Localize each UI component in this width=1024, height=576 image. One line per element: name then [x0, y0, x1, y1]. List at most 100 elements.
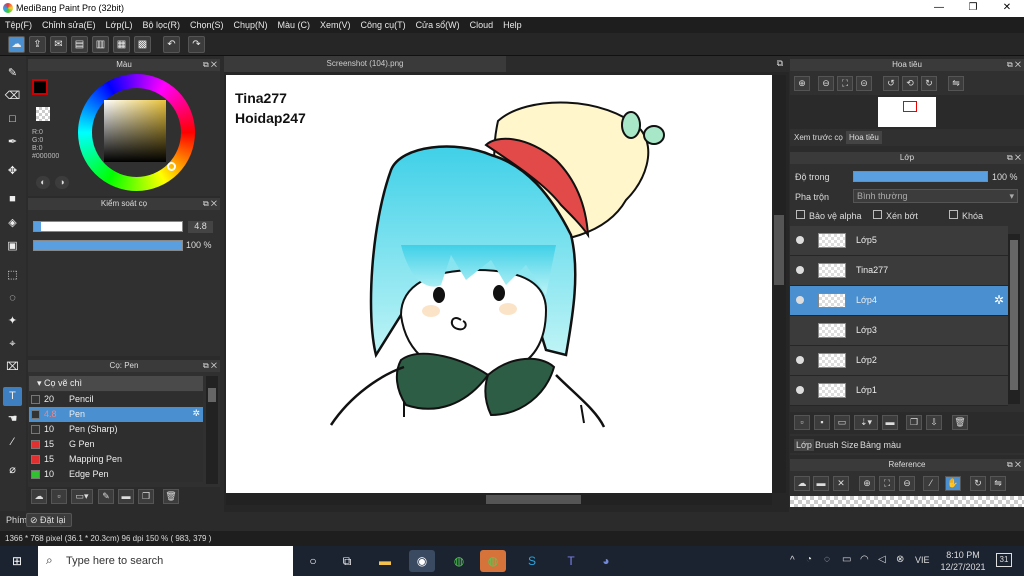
- operation-tool-icon[interactable]: ☚: [3, 410, 22, 429]
- brush-size-value[interactable]: 4.8: [188, 221, 213, 233]
- teams-icon[interactable]: T: [558, 550, 584, 572]
- discord-icon[interactable]: ◕: [593, 550, 619, 572]
- layer-opacity-slider[interactable]: [853, 171, 988, 182]
- rotate-reset-icon[interactable]: ⟲: [902, 76, 918, 91]
- page-icon[interactable]: ▤: [71, 36, 88, 53]
- menu-tools[interactable]: Công cụ(T): [356, 17, 411, 33]
- language-indicator[interactable]: VIE: [915, 555, 930, 565]
- rotate-right-icon[interactable]: ↻: [921, 76, 937, 91]
- notification-icon[interactable]: 31: [996, 553, 1012, 567]
- chrome-icon[interactable]: ◉: [409, 550, 435, 572]
- clock[interactable]: 8:10 PM 12/27/2021: [940, 549, 986, 573]
- layout-icon[interactable]: ▩: [134, 36, 151, 53]
- eraser-tool-icon[interactable]: ⌫: [3, 87, 22, 106]
- brush-cloud-icon[interactable]: ☁: [31, 489, 47, 504]
- duplicate-layer-icon[interactable]: ❐: [906, 415, 922, 430]
- reference-zoom-out-icon[interactable]: ⊖: [899, 476, 915, 491]
- hue-marker[interactable]: [167, 162, 176, 171]
- tab-navigator[interactable]: Hoa tiêu: [846, 131, 882, 144]
- background-color-swatch[interactable]: [36, 107, 50, 121]
- move-tool-icon[interactable]: ✥: [3, 162, 22, 181]
- battery-icon[interactable]: ▭: [842, 554, 851, 565]
- rectangle-tool-icon[interactable]: □: [3, 110, 22, 129]
- brush-item[interactable]: 20 Pencil: [29, 392, 203, 407]
- brush-new-icon[interactable]: ▫: [51, 489, 67, 504]
- dropper-tool-icon[interactable]: ⌀: [3, 461, 22, 480]
- tab-dock-icon[interactable]: ⧉: [777, 58, 783, 69]
- brush-opacity-slider[interactable]: [33, 240, 183, 251]
- comment-icon[interactable]: ✉: [50, 36, 67, 53]
- brush-size-slider[interactable]: [33, 221, 183, 232]
- pen-tool-icon[interactable]: ✒: [3, 133, 22, 152]
- reference-close-icon[interactable]: ✕: [833, 476, 849, 491]
- visibility-eye-icon[interactable]: [796, 356, 804, 364]
- close-button[interactable]: ✕: [990, 0, 1024, 17]
- skype-icon[interactable]: S: [519, 550, 545, 572]
- reference-hand-icon[interactable]: ✋: [945, 476, 961, 491]
- menu-select[interactable]: Chọn(S): [185, 17, 229, 33]
- maximize-button[interactable]: ❐: [956, 0, 990, 17]
- flip-icon[interactable]: ⇋: [948, 76, 964, 91]
- cloud-icon[interactable]: ☁: [8, 36, 25, 53]
- zoom-minus-icon[interactable]: ⊝: [856, 76, 872, 91]
- new-layer-icon[interactable]: ▫: [794, 415, 810, 430]
- app-green-icon[interactable]: ◍: [480, 550, 506, 572]
- add-layer-dropdown-icon[interactable]: ⇣▾: [854, 415, 878, 430]
- layer-row[interactable]: Lớp2: [790, 346, 1008, 376]
- menu-view[interactable]: Xem(V): [315, 17, 356, 33]
- reset-button[interactable]: ⊘ Đặt lại: [26, 513, 72, 527]
- brush-folder-icon[interactable]: ▬: [118, 489, 134, 504]
- layer-row[interactable]: Lớp3: [790, 316, 1008, 346]
- tab-palette[interactable]: Bảng màu: [860, 440, 901, 450]
- menu-file[interactable]: Tệp(F): [0, 17, 37, 33]
- new-halftone-layer-icon[interactable]: ▪: [814, 415, 830, 430]
- select-pen-tool-icon[interactable]: ⌖: [3, 335, 22, 354]
- bucket-tool-icon[interactable]: ◈: [3, 214, 22, 233]
- gear-icon[interactable]: ✲: [192, 408, 200, 419]
- layer-folder-icon[interactable]: ▬: [882, 415, 898, 430]
- panel-close-icon[interactable]: ⧉ ✕: [203, 360, 217, 372]
- brush-item[interactable]: 15 Mapping Pen: [29, 452, 203, 467]
- menu-help[interactable]: Help: [498, 17, 527, 33]
- zoom-in-icon[interactable]: ⊕: [794, 76, 810, 91]
- tray-x-icon[interactable]: ⊗: [896, 554, 904, 565]
- brush-edit-icon[interactable]: ✎: [98, 489, 114, 504]
- grid-icon[interactable]: ▦: [113, 36, 130, 53]
- layer-settings-gear-icon[interactable]: ✲: [994, 293, 1004, 307]
- redo-icon[interactable]: ↷: [188, 36, 205, 53]
- lasso-tool-icon[interactable]: ◌: [3, 289, 22, 308]
- delete-layer-icon[interactable]: 🗑: [952, 415, 968, 430]
- magic-wand-tool-icon[interactable]: ✦: [3, 312, 22, 331]
- layer-row[interactable]: Lớp4 ✲: [790, 286, 1008, 316]
- reference-open-icon[interactable]: ▬: [813, 476, 829, 491]
- new-8bit-layer-icon[interactable]: ▭: [834, 415, 850, 430]
- select-rect-tool-icon[interactable]: ⬚: [3, 266, 22, 285]
- palette2-icon[interactable]: ◑: [55, 176, 69, 189]
- brush-delete-icon[interactable]: 🗑: [163, 489, 179, 504]
- eyedropper-tool-icon[interactable]: ⁄: [3, 433, 22, 452]
- key-tab[interactable]: Phím: [6, 515, 27, 525]
- reference-eyedropper-icon[interactable]: ⁄: [923, 476, 939, 491]
- brush-list-scrollbar[interactable]: [206, 376, 218, 484]
- zoom-out-icon[interactable]: ⊖: [818, 76, 834, 91]
- canvas-horizontal-scrollbar[interactable]: [226, 493, 772, 505]
- volume-icon[interactable]: ◁: [878, 554, 886, 565]
- network-icon[interactable]: ◌: [824, 554, 830, 565]
- gradient-tool-icon[interactable]: ▣: [3, 237, 22, 256]
- tab-layer[interactable]: Lớp: [794, 439, 814, 451]
- wifi-icon[interactable]: ◠: [860, 554, 869, 565]
- reference-zoom-in-icon[interactable]: ⊕: [859, 476, 875, 491]
- layer-list-scrollbar[interactable]: [1008, 234, 1020, 404]
- merge-down-icon[interactable]: ⇩: [926, 415, 942, 430]
- clipping-checkbox[interactable]: [873, 210, 882, 219]
- brush-item[interactable]: 10 Pen (Sharp): [29, 422, 203, 437]
- select-eraser-tool-icon[interactable]: ⌧: [3, 358, 22, 377]
- tray-chevron-icon[interactable]: ^: [790, 555, 795, 566]
- foreground-color-swatch[interactable]: [32, 79, 48, 95]
- menu-window[interactable]: Cửa sổ(W): [411, 17, 465, 33]
- saturation-square[interactable]: [104, 100, 166, 162]
- tray-app-icon[interactable]: ◔: [806, 554, 812, 565]
- protect-alpha-checkbox[interactable]: [796, 210, 805, 219]
- lock-checkbox[interactable]: [949, 210, 958, 219]
- visibility-eye-icon[interactable]: [796, 386, 804, 394]
